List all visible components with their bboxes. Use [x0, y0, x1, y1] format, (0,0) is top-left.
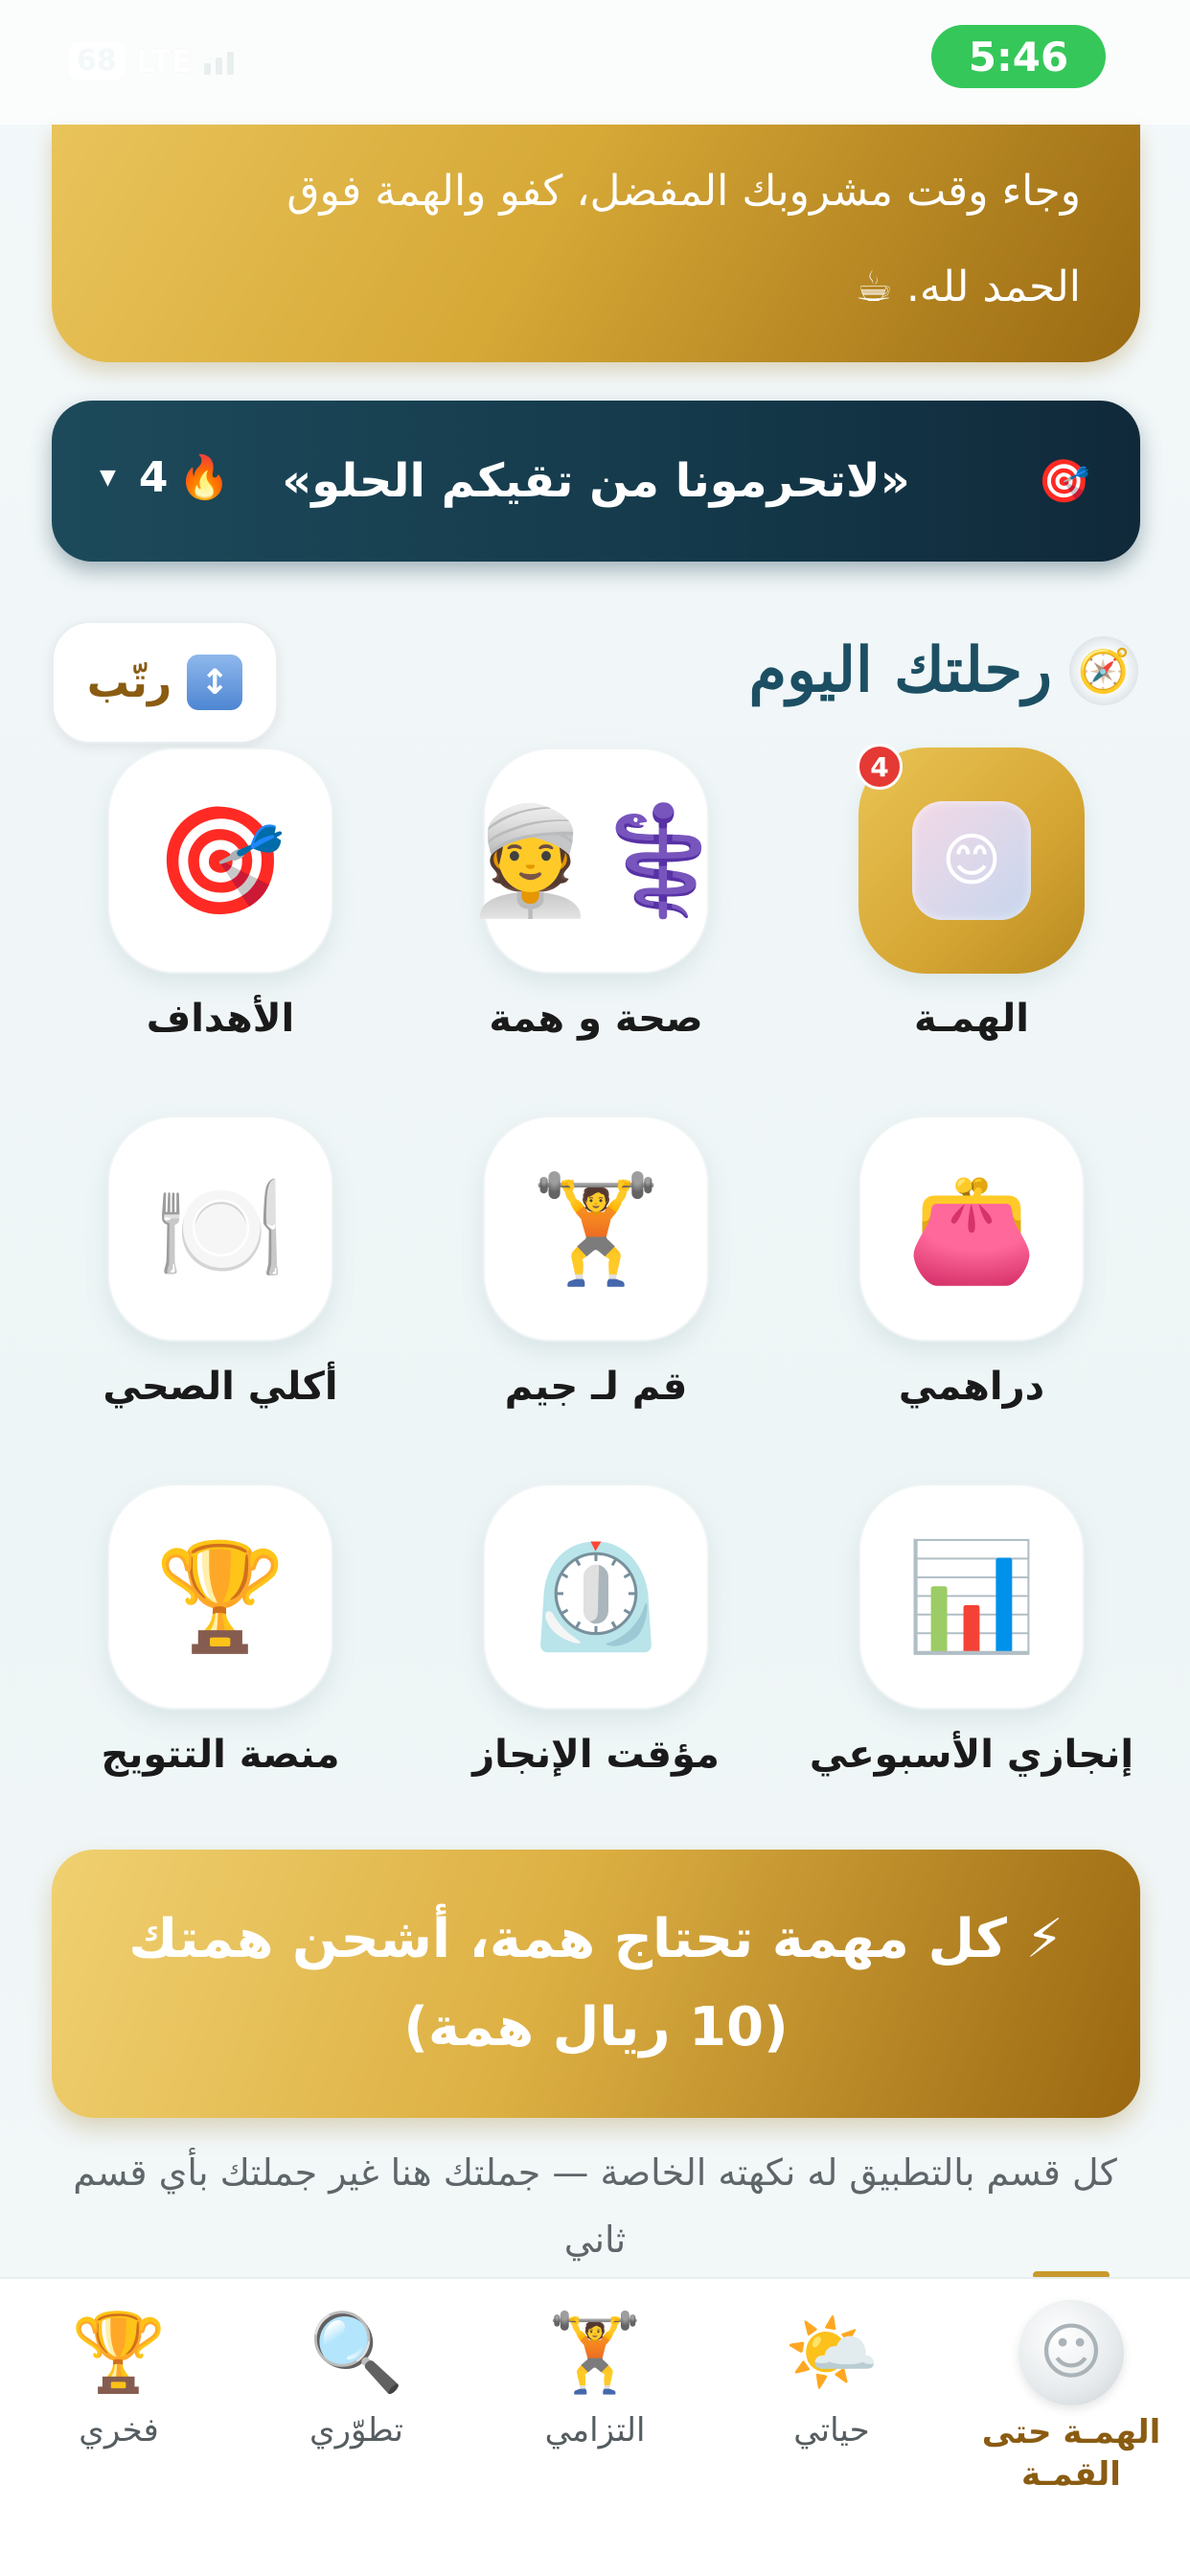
signal-icon	[203, 48, 234, 75]
sort-icon: ↕	[187, 655, 243, 710]
section-title: 🧭 رحلتك اليوم	[749, 634, 1138, 706]
profile-search-icon: 🔍	[309, 2308, 404, 2397]
info-note: كل قسم بالتطبيق له نكهته الخاصة — جملتك …	[73, 2151, 1117, 2261]
nav-growth[interactable]: 🔍 تطوّري	[251, 2300, 462, 2450]
chart-icon: 📊	[905, 1535, 1038, 1658]
fire-icon: 🔥	[177, 453, 231, 502]
sort-label: رتّب	[86, 657, 172, 707]
tile-label-gym: قم لـ جيم	[504, 1365, 688, 1409]
tile-label-timer: مؤقت الإنجاز	[472, 1733, 720, 1777]
dumbbell-icon: 🏋️	[547, 2308, 643, 2397]
tile-label-goals: الأهداف	[146, 997, 295, 1041]
tile-goals[interactable]: 🎯	[107, 748, 333, 974]
nav-pride[interactable]: 🏆 فخري	[13, 2300, 224, 2450]
chevron-down-icon[interactable]: ▼	[100, 466, 116, 490]
trophy-icon: 🏆	[71, 2308, 167, 2397]
bottom-nav: ☺ الهمـة حتى القمـة 🌤️ حياتي 🏋️ التزامي …	[0, 2277, 1190, 2576]
nav-label-commitment: التزامي	[544, 2411, 646, 2450]
dumbbell-icon: 🏋️	[530, 1167, 662, 1290]
tile-weekly-achievement[interactable]: 📊	[858, 1484, 1085, 1710]
status-bar: 68 LTE 5:46	[0, 0, 1190, 125]
himma-logo-icon: 😊	[912, 801, 1031, 920]
charge-line-2: (10 ريال همة)	[403, 1996, 789, 2058]
status-left: 68 LTE	[69, 42, 234, 80]
quote-banner[interactable]: 🎯 «لاتحرمونا من تقيكم الحلو» ▼ 4 🔥	[52, 401, 1140, 562]
section-title-text: رحلتك اليوم	[748, 634, 1052, 706]
nav-my-life[interactable]: 🌤️ حياتي	[726, 2300, 937, 2450]
tile-health[interactable]: 👳‍⚕️	[465, 748, 727, 974]
tile-wallet[interactable]: 👛	[858, 1116, 1085, 1342]
day-night-icon: 🌤️	[784, 2308, 880, 2397]
tile-timer[interactable]: ⏲️	[483, 1484, 709, 1710]
tile-label-weekly-achievement: إنجازي الأسبوعي	[809, 1733, 1134, 1777]
charge-banner[interactable]: ⚡ كل مهمة تحتاج همة، أشحن همتك (10 ريال …	[52, 1850, 1140, 2118]
nav-label-pride: فخري	[79, 2411, 159, 2450]
smiley-icon: ☺	[1018, 2300, 1124, 2405]
tile-label-podium: منصة التتويج	[101, 1733, 340, 1777]
clock-time: 5:46	[931, 25, 1106, 88]
tile-podium[interactable]: 🏆	[107, 1484, 333, 1710]
streak-count: 4	[138, 452, 169, 502]
nav-himma[interactable]: ☺ الهمـة حتى القمـة	[966, 2300, 1177, 2496]
notification-badge: 4	[857, 744, 903, 790]
message-line-2: الحمد لله. ☕	[855, 263, 1081, 311]
nav-label-himma: الهمـة حتى القمـة	[981, 2413, 1161, 2494]
tile-label-wallet: دراهمي	[898, 1365, 1045, 1409]
sort-button[interactable]: ↕ رتّب	[52, 621, 278, 744]
doctor-icon: 👳‍⚕️	[465, 799, 727, 922]
wallet-icon: 👛	[905, 1167, 1038, 1290]
target-icon: 🎯	[154, 799, 286, 922]
nav-label-growth: تطوّري	[309, 2411, 403, 2450]
tile-label-health: صحة و همة	[489, 997, 703, 1041]
tile-label-healthy-food: أكلي الصحي	[103, 1365, 338, 1409]
tile-label-himma: الهمـة	[914, 997, 1029, 1041]
streak-counter[interactable]: ▼ 4 🔥	[100, 452, 231, 503]
tile-gym[interactable]: 🏋️	[483, 1116, 709, 1342]
network-type: LTE	[135, 42, 193, 80]
message-card: وجاء وقت مشروبك المفضل، كفو والهمة فوق ا…	[52, 125, 1140, 362]
nav-label-my-life: حياتي	[793, 2411, 870, 2450]
plate-icon: 🍽️	[154, 1167, 286, 1290]
trophy-icon: 🏆	[154, 1535, 286, 1658]
battery-indicator: 68	[69, 42, 125, 80]
nav-commitment[interactable]: 🏋️ التزامي	[490, 2300, 700, 2450]
charge-line-1: ⚡ كل مهمة تحتاج همة، أشحن همتك	[128, 1908, 1064, 1970]
message-line-1: وجاء وقت مشروبك المفضل، كفو والهمة فوق	[286, 167, 1081, 216]
timer-icon: ⏲️	[530, 1535, 662, 1658]
tile-healthy-food[interactable]: 🍽️	[107, 1116, 333, 1342]
compass-icon: 🧭	[1069, 635, 1138, 705]
